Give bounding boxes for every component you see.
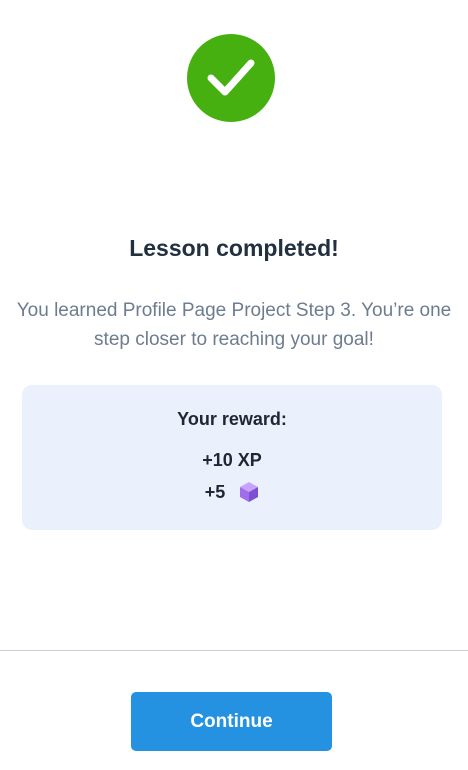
reward-card: Your reward: +10 XP +5 [22, 385, 442, 530]
lesson-complete-screen: Lesson completed! You learned Profile Pa… [0, 0, 468, 770]
success-badge [187, 34, 275, 122]
page-title: Lesson completed! [129, 235, 339, 261]
completion-message: You learned Profile Page Project Step 3.… [16, 300, 452, 350]
reward-xp: +10 XP [202, 450, 262, 470]
continue-button[interactable]: Continue [131, 692, 332, 751]
reward-gems: +5 [22, 481, 442, 503]
reward-gems-amount: +5 [204, 481, 226, 502]
gem-cube-icon [239, 481, 259, 503]
reward-title: Your reward: [177, 409, 287, 429]
checkmark-icon [207, 59, 255, 96]
footer-divider [0, 650, 468, 651]
